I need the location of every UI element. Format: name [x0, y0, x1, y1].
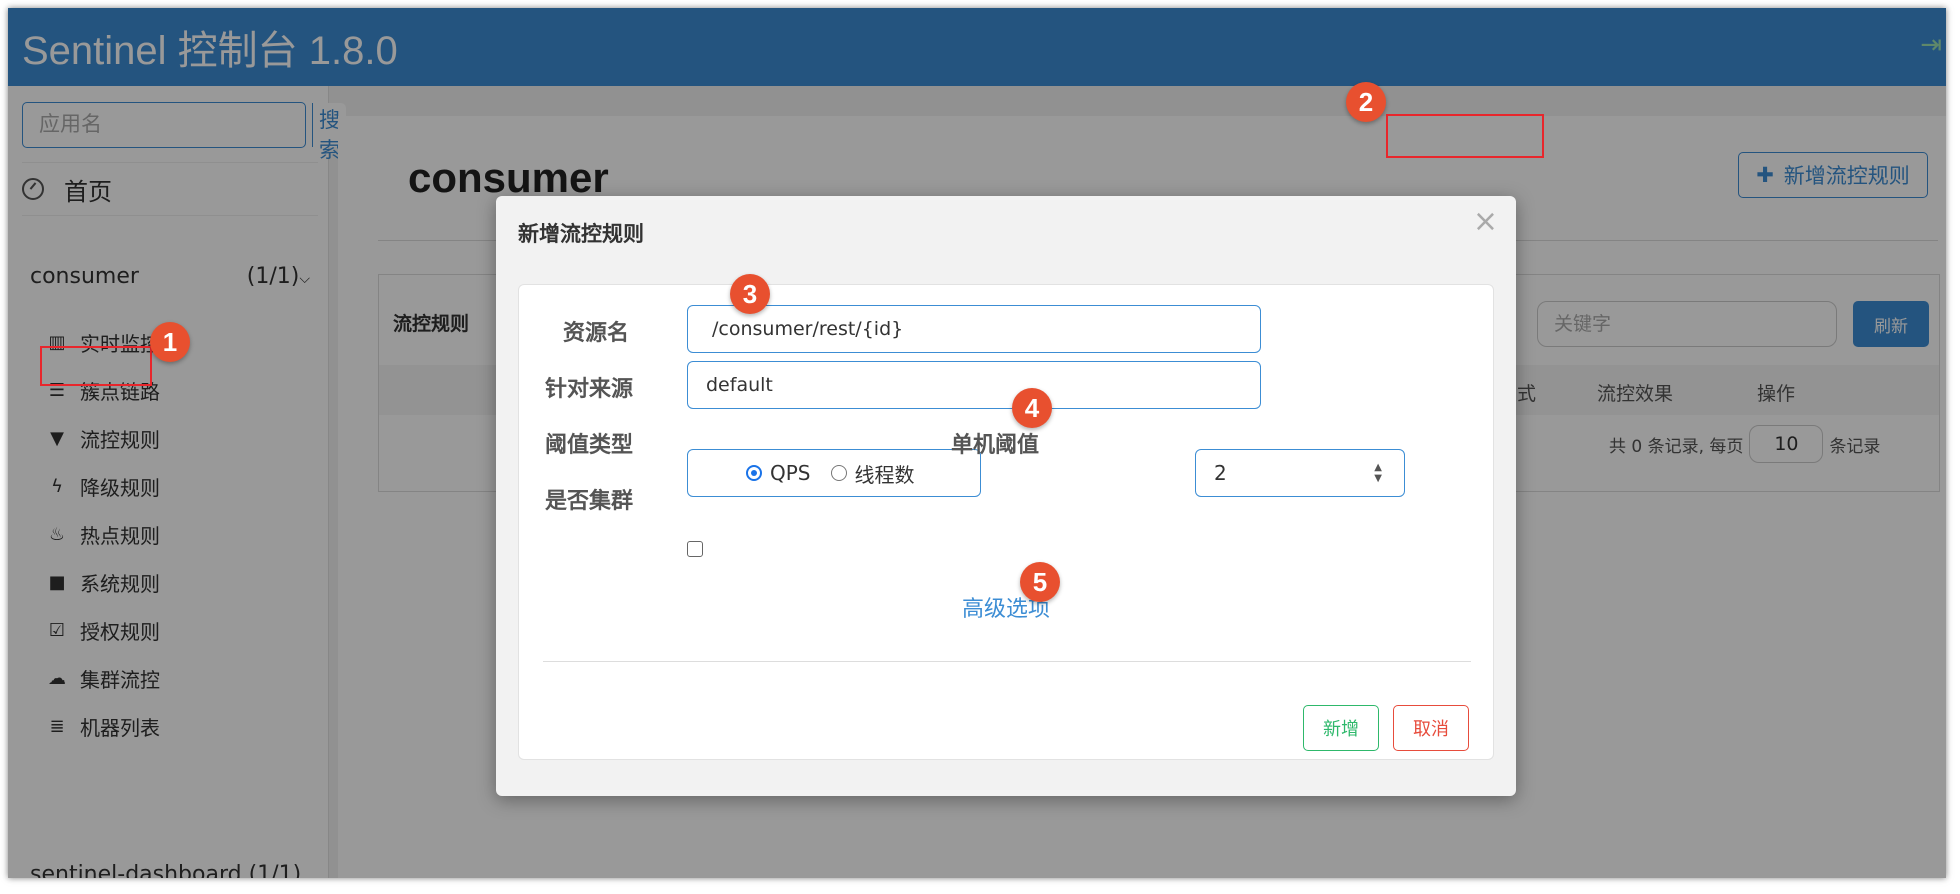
close-icon[interactable]: × [1473, 204, 1498, 239]
step-badge: 5 [1020, 562, 1060, 602]
source-label: 针对来源 [545, 377, 634, 402]
threshold-label: 单机阈值 [951, 433, 1040, 458]
thread-radio[interactable] [830, 465, 847, 481]
add-flow-rule-dialog: 新增流控规则 × 资源名 /consumer/rest/{id} 针对来源 de… [496, 196, 1516, 796]
threshold-value: 2 [1214, 461, 1227, 485]
thread-label: 线程数 [854, 462, 915, 487]
step-badge: 1 [150, 322, 190, 362]
spinner-icon[interactable]: ▲ ▼ [1374, 462, 1382, 484]
divider [543, 661, 1471, 662]
threshold-type-radio-group: QPS 线程数 [687, 449, 981, 497]
resource-label: 资源名 [563, 321, 630, 346]
add-button[interactable]: 新增 [1303, 705, 1379, 751]
dialog-form: 资源名 /consumer/rest/{id} 针对来源 default 阈值类… [518, 284, 1494, 760]
step-badge: 2 [1346, 82, 1386, 122]
limit-app-field[interactable]: default [687, 361, 1261, 409]
advanced-options-link[interactable]: 高级选项 [519, 591, 1493, 623]
step-badge: 3 [730, 274, 770, 314]
cluster-checkbox[interactable] [687, 541, 703, 557]
qps-radio[interactable] [746, 465, 762, 481]
resource-name-field[interactable]: /consumer/rest/{id} [687, 305, 1261, 353]
dialog-title: 新增流控规则 [518, 222, 644, 246]
threshold-count-input[interactable]: 2 ▲ ▼ [1195, 449, 1405, 497]
qps-label: QPS [770, 461, 811, 485]
step-badge: 4 [1012, 388, 1052, 428]
app-window: Sentinel 控制台 1.8.0 ⇥ 搜索 首页 consumer (1/1… [8, 8, 1946, 878]
threshold-type-label: 阈值类型 [545, 433, 634, 458]
cancel-button[interactable]: 取消 [1393, 705, 1469, 751]
highlight-box [1386, 114, 1544, 158]
cluster-label: 是否集群 [545, 489, 634, 514]
highlight-box [40, 346, 152, 386]
